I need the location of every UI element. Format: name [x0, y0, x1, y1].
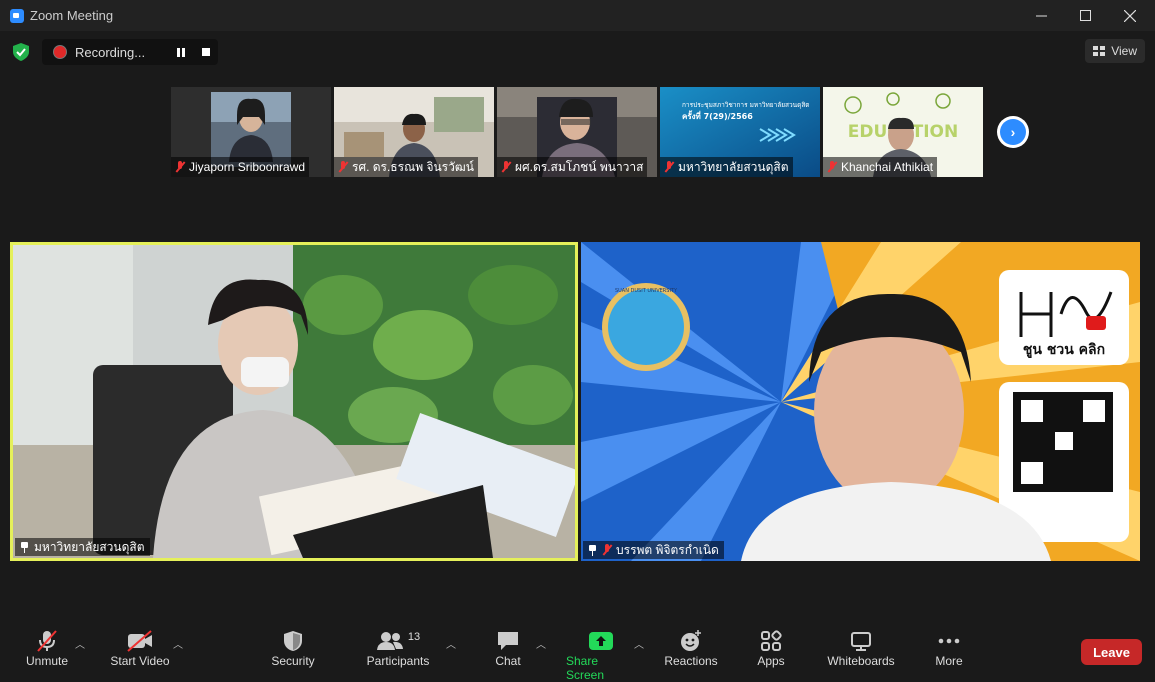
maximize-button[interactable] [1063, 0, 1107, 31]
view-label: View [1111, 44, 1137, 58]
recording-dot-icon [53, 45, 67, 59]
chat-options-caret[interactable]: ︿ [536, 636, 546, 651]
participant-thumbnail[interactable]: รศ. ดร.ธรณพ จินรวัฒน์ [334, 87, 494, 177]
minimize-icon [1035, 15, 1047, 17]
participant-thumbnail[interactable]: ผศ.ดร.สมโภชน์ พนาวาส [497, 87, 657, 177]
leave-button[interactable]: Leave [1081, 639, 1142, 665]
minimize-button[interactable] [1019, 0, 1063, 31]
audio-options-caret[interactable]: ︿ [75, 636, 85, 651]
university-logo-text: SUAN DUSIT UNIVERSITY [615, 288, 678, 294]
start-video-button[interactable]: Start Video [110, 628, 170, 668]
mic-muted-icon [35, 628, 59, 654]
recording-label: Recording... [75, 44, 146, 60]
more-button[interactable]: More [934, 628, 964, 668]
participant-name-label: Khanchai Athikiat [823, 157, 938, 177]
meeting-top-bar: Recording... View [0, 31, 1155, 73]
participants-icon: 13 [376, 628, 420, 654]
recording-indicator: Recording... [42, 39, 218, 65]
brand-text: ชูน ชวน คลิก [1023, 342, 1105, 358]
unmute-button[interactable]: Unmute [24, 628, 70, 668]
participant-thumbnail[interactable]: EDUCATION Khanchai Athikiat [823, 87, 983, 177]
participant-name-label: Jiyaporn Sriboonrawd [171, 157, 310, 177]
pin-icon [20, 541, 29, 553]
title-bar: Zoom Meeting [0, 0, 1155, 31]
zoom-logo-icon [10, 8, 24, 23]
slide-subtitle-text: ครั้งที่ 7(29)/2566 [682, 110, 753, 121]
mic-muted-icon [664, 161, 674, 173]
share-screen-button[interactable]: Share Screen [566, 628, 636, 682]
speaker-video [13, 245, 575, 558]
video-off-icon [126, 628, 154, 654]
security-shield-icon [283, 628, 303, 654]
chat-bubble-icon [496, 628, 520, 654]
mic-muted-icon [338, 161, 348, 173]
participants-count: 13 [407, 631, 421, 643]
apps-icon [760, 628, 782, 654]
mic-muted-icon [501, 161, 511, 173]
mic-muted-icon [602, 544, 612, 556]
share-screen-icon [588, 628, 614, 654]
active-speaker-tile[interactable]: มหาวิทยาลัยสวนดุสิต [10, 242, 578, 561]
mic-muted-icon [175, 161, 185, 173]
chevron-right-icon: › [1000, 119, 1026, 145]
close-icon [1124, 9, 1136, 22]
whiteboard-icon [850, 628, 872, 654]
participant-video: SUAN DUSIT UNIVERSITY ชูน ชวน คลิก [581, 242, 1140, 561]
more-dots-icon [937, 628, 961, 654]
participant-name-label: มหาวิทยาลัยสวนดุสิต [660, 157, 793, 177]
reactions-button[interactable]: Reactions [664, 628, 718, 668]
security-label: Security [271, 654, 315, 668]
apps-button[interactable]: Apps [756, 628, 786, 668]
close-button[interactable] [1108, 0, 1152, 31]
start-video-label: Start Video [110, 654, 170, 668]
participants-button[interactable]: 13 Participants [366, 628, 430, 668]
pin-icon [588, 544, 597, 556]
pause-icon [177, 47, 185, 57]
meeting-toolbar: Unmute ︿ Start Video ︿ Security 13 Parti… [0, 618, 1155, 682]
apps-label: Apps [757, 654, 785, 668]
video-options-caret[interactable]: ︿ [173, 636, 183, 651]
participant-name-label: บรรพต พิจิตรกำเนิด [583, 541, 724, 559]
speaker-name-label: มหาวิทยาลัยสวนดุสิต [15, 538, 150, 556]
mic-muted-icon [827, 161, 837, 173]
grid-view-icon [1093, 46, 1106, 56]
participants-label: Participants [366, 654, 430, 668]
share-screen-label: Share Screen [566, 654, 605, 682]
whiteboards-button[interactable]: Whiteboards [826, 628, 896, 668]
participants-options-caret[interactable]: ︿ [446, 636, 456, 651]
participant-main-tile[interactable]: SUAN DUSIT UNIVERSITY ชูน ชวน คลิก บรรพต… [581, 242, 1140, 561]
stop-icon [202, 48, 210, 56]
participant-name-label: ผศ.ดร.สมโภชน์ พนาวาส [497, 157, 648, 177]
more-label: More [935, 654, 963, 668]
chat-label: Chat [495, 654, 521, 668]
stop-recording-button[interactable] [200, 46, 212, 58]
share-options-caret[interactable]: ︿ [634, 636, 644, 651]
window-title: Zoom Meeting [30, 8, 114, 23]
participant-thumbnail[interactable]: Jiyaporn Sriboonrawd [171, 87, 331, 177]
participant-thumbnail[interactable]: การประชุมสภาวิชาการ มหาวิทยาลัยสวนดุสิต … [660, 87, 820, 177]
reactions-label: Reactions [664, 654, 718, 668]
security-button[interactable]: Security [270, 628, 316, 668]
participant-name-label: รศ. ดร.ธรณพ จินรวัฒน์ [334, 157, 478, 177]
chat-button[interactable]: Chat [494, 628, 522, 668]
maximize-icon [1079, 10, 1091, 21]
pause-recording-button[interactable] [175, 46, 187, 58]
whiteboards-label: Whiteboards [827, 654, 895, 668]
unmute-label: Unmute [25, 654, 69, 668]
smiley-icon [679, 628, 703, 654]
slide-title-text: การประชุมสภาวิชาการ มหาวิทยาลัยสวนดุสิต [682, 101, 810, 109]
encryption-shield-icon[interactable] [13, 43, 29, 61]
next-page-button[interactable]: › [997, 116, 1029, 148]
view-button[interactable]: View [1085, 39, 1145, 63]
